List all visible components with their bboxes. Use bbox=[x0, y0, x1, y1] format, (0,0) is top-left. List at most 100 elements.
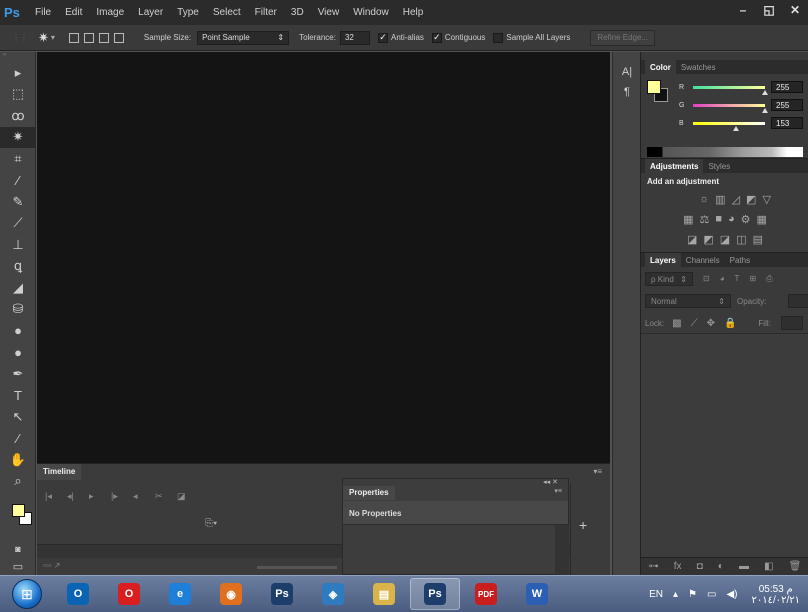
adjustment-row2-1-icon[interactable]: ▦ bbox=[683, 213, 693, 226]
menu-edit[interactable]: Edit bbox=[58, 7, 89, 18]
menu-file[interactable]: File bbox=[28, 7, 58, 18]
green-slider[interactable] bbox=[693, 103, 768, 113]
refine-edge-button[interactable]: Refine Edge... bbox=[590, 29, 656, 46]
start-button[interactable]: ⊞ bbox=[12, 579, 42, 609]
menu-type[interactable]: Type bbox=[170, 7, 206, 18]
new-selection-icon[interactable] bbox=[68, 32, 79, 43]
next-frame-icon[interactable]: |▸ bbox=[111, 491, 118, 502]
restore-button[interactable]: ◱ bbox=[756, 0, 782, 20]
blur-tool-icon[interactable]: ● bbox=[0, 320, 36, 342]
mute-icon[interactable]: ◂ bbox=[133, 491, 138, 502]
tab-layers[interactable]: Layers bbox=[645, 253, 681, 267]
adjustment-row1-3-icon[interactable]: ◿ bbox=[732, 193, 740, 206]
brush-tool-icon[interactable]: ⟋ bbox=[0, 213, 36, 235]
adjustment-row1-4-icon[interactable]: ◩ bbox=[746, 193, 756, 206]
network-icon[interactable]: ▭ bbox=[707, 589, 716, 600]
taskbar-network-button[interactable]: ◈ bbox=[308, 578, 358, 610]
adjustment-row3-2-icon[interactable]: ◩ bbox=[703, 233, 713, 246]
menu-view[interactable]: View bbox=[311, 7, 347, 18]
foreground-color-swatch[interactable] bbox=[12, 504, 25, 517]
render-video-icon[interactable]: ⎘▾ bbox=[205, 518, 217, 529]
dodge-tool-icon[interactable]: ● bbox=[0, 342, 36, 364]
layer-filter-2-icon[interactable]: ◕ bbox=[720, 274, 725, 284]
taskbar-internet-explorer-button[interactable]: e bbox=[155, 578, 205, 610]
blue-value-input[interactable]: 153 bbox=[771, 117, 803, 129]
add-mask-icon[interactable]: ◘ bbox=[697, 561, 703, 572]
tab-color[interactable]: Color bbox=[645, 60, 676, 74]
magic-wand-tool-icon[interactable]: ✷ bbox=[0, 126, 36, 148]
eyedropper-tool-icon[interactable]: ⁄ bbox=[0, 170, 36, 192]
menu-window[interactable]: Window bbox=[346, 7, 396, 18]
adjustment-row3-3-icon[interactable]: ◪ bbox=[720, 233, 730, 246]
history-brush-tool-icon[interactable]: ꝗ bbox=[0, 256, 36, 278]
clock[interactable]: 05:53 م ٢٠١٤/٠٢/٢١ bbox=[751, 584, 800, 606]
tab-styles[interactable]: Styles bbox=[703, 162, 735, 171]
convert-frame-icon[interactable]: ▫▫▫ ↗ bbox=[43, 561, 60, 570]
opacity-input[interactable] bbox=[788, 294, 808, 308]
taskbar-photoshop-2-button[interactable]: Ps bbox=[410, 578, 460, 610]
red-slider-thumb[interactable] bbox=[762, 89, 768, 95]
collapse-close-icon[interactable]: ◂◂ ✕ bbox=[543, 478, 558, 486]
layer-filter-3-icon[interactable]: T bbox=[735, 274, 740, 284]
split-icon[interactable]: ✂ bbox=[155, 491, 163, 502]
tab-channels[interactable]: Channels bbox=[681, 256, 725, 265]
green-slider-thumb[interactable] bbox=[762, 107, 768, 113]
adjustment-row2-3-icon[interactable]: ■ bbox=[715, 213, 722, 226]
intersect-selection-icon[interactable] bbox=[113, 32, 124, 43]
taskbar-pdf-button[interactable]: PDF bbox=[461, 578, 511, 610]
crop-tool-icon[interactable]: ⌗ bbox=[0, 148, 36, 170]
shape-tool-icon[interactable]: ∕ bbox=[0, 428, 36, 450]
action-center-icon[interactable]: ⚑ bbox=[688, 589, 697, 600]
layer-filter-1-icon[interactable]: ⊡ bbox=[703, 274, 710, 284]
lock-all-icon[interactable]: 🔒 bbox=[724, 318, 736, 329]
close-button[interactable]: ✕ bbox=[782, 0, 808, 20]
menu-image[interactable]: Image bbox=[89, 7, 131, 18]
paint-bucket-tool-icon[interactable]: ⛁ bbox=[0, 299, 36, 321]
color-foreground-swatch[interactable] bbox=[647, 80, 661, 94]
character-panel-icon[interactable]: A| bbox=[613, 62, 641, 82]
menu-help[interactable]: Help bbox=[396, 7, 431, 18]
green-value-input[interactable]: 255 bbox=[771, 99, 803, 111]
properties-scrollbar[interactable] bbox=[555, 525, 569, 575]
adjustment-row2-4-icon[interactable]: ◕ bbox=[728, 213, 735, 226]
panel-menu-icon[interactable]: ▾≡ bbox=[593, 467, 602, 476]
properties-menu-icon[interactable]: ▾≡ bbox=[554, 487, 562, 495]
contiguous-checkbox[interactable]: ✓ bbox=[431, 32, 442, 43]
taskbar-file-explorer-button[interactable]: ▤ bbox=[359, 578, 409, 610]
type-tool-icon[interactable]: T bbox=[0, 385, 36, 407]
taskbar-firefox-button[interactable]: ◉ bbox=[206, 578, 256, 610]
layer-filter-4-icon[interactable]: ⊞ bbox=[749, 274, 756, 284]
tab-timeline[interactable]: Timeline bbox=[37, 464, 82, 480]
hand-tool-icon[interactable]: ✋ bbox=[0, 449, 36, 471]
delete-layer-icon[interactable]: 🗑 bbox=[789, 561, 802, 572]
taskbar-opera-button[interactable]: O bbox=[104, 578, 154, 610]
new-group-icon[interactable]: ▬ bbox=[739, 561, 749, 572]
lasso-tool-icon[interactable]: ꝏ bbox=[0, 105, 36, 127]
new-layer-icon[interactable]: ◧ bbox=[764, 561, 773, 572]
adjustment-row2-6-icon[interactable]: ▦ bbox=[757, 213, 767, 226]
blend-mode-select[interactable]: Normal ⇕ bbox=[645, 294, 731, 308]
zoom-slider[interactable] bbox=[257, 566, 337, 569]
show-hidden-icons-icon[interactable]: ▴ bbox=[673, 589, 678, 600]
marquee-tool-icon[interactable]: ⬚ bbox=[0, 84, 36, 106]
tolerance-input[interactable]: 32 bbox=[339, 30, 370, 45]
play-icon[interactable]: ▸ bbox=[89, 491, 94, 502]
magic-wand-preset-icon[interactable]: ✷ bbox=[38, 30, 49, 46]
transition-icon[interactable]: ◪ bbox=[177, 491, 186, 502]
adjustment-row3-1-icon[interactable]: ◪ bbox=[687, 233, 697, 246]
subtract-selection-icon[interactable] bbox=[98, 32, 109, 43]
previous-frame-icon[interactable]: ◂| bbox=[67, 491, 74, 502]
adjustment-layer-icon[interactable]: ◐ bbox=[718, 561, 724, 572]
adjustment-row1-1-icon[interactable]: ☼ bbox=[699, 193, 709, 206]
taskbar-outlook-button[interactable]: O bbox=[53, 578, 103, 610]
tab-adjustments[interactable]: Adjustments bbox=[645, 159, 704, 173]
blue-slider-thumb[interactable] bbox=[733, 125, 739, 131]
zoom-tool-icon[interactable]: ⌕ bbox=[0, 471, 36, 493]
eraser-tool-icon[interactable]: ◢ bbox=[0, 277, 36, 299]
menu-3d[interactable]: 3D bbox=[284, 7, 311, 18]
sample-all-layers-checkbox[interactable] bbox=[493, 32, 504, 43]
tab-properties[interactable]: Properties bbox=[343, 486, 395, 500]
link-layers-icon[interactable]: ⊶ bbox=[649, 561, 659, 572]
layer-filter-5-icon[interactable]: ⎙ bbox=[766, 274, 772, 284]
preset-dropdown-icon[interactable]: ▾ bbox=[51, 33, 55, 42]
